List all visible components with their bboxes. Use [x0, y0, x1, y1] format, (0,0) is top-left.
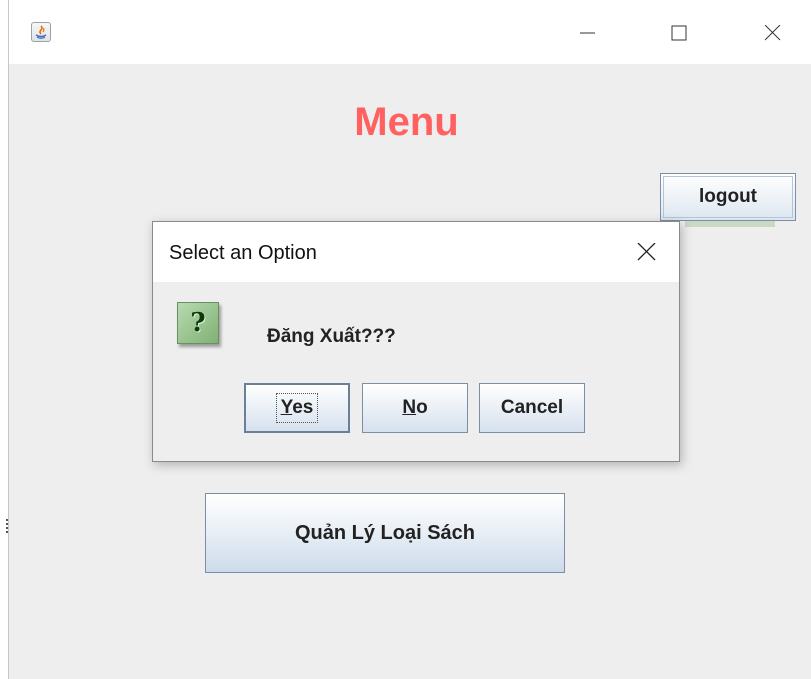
cancel-button[interactable]: Cancel [479, 383, 585, 433]
minimize-button[interactable] [564, 16, 610, 48]
close-icon [637, 243, 656, 261]
maximize-button[interactable] [656, 16, 702, 48]
dialog-message: Đăng Xuất??? [267, 326, 396, 347]
logout-button[interactable]: logout [660, 173, 796, 221]
confirm-dialog: Select an Option ? Đăng Xuất??? Yes No C… [152, 221, 680, 462]
dialog-title: Select an Option [169, 242, 317, 264]
close-icon [764, 25, 781, 41]
no-label-rest: o [416, 397, 428, 418]
focus-ring: Yes [275, 393, 319, 423]
yes-button[interactable]: Yes [244, 383, 350, 433]
menu-heading: Menu [354, 100, 459, 144]
minimize-icon [580, 32, 595, 34]
no-button[interactable]: No [362, 383, 468, 433]
no-mnemonic: N [402, 397, 417, 418]
window-titlebar [9, 0, 811, 64]
manage-book-categories-button[interactable]: Quản Lý Loại Sách [205, 493, 565, 573]
partially-hidden-component [685, 221, 775, 227]
yes-mnemonic: Y [280, 397, 293, 418]
question-icon: ? [177, 302, 219, 344]
dialog-titlebar: Select an Option [153, 222, 679, 282]
maximize-icon [671, 25, 687, 41]
yes-label-rest: es [292, 397, 314, 418]
resize-handle[interactable] [6, 519, 10, 533]
window-close-button[interactable] [749, 16, 795, 48]
java-app-icon [31, 22, 51, 42]
dialog-close-button[interactable] [628, 236, 664, 268]
